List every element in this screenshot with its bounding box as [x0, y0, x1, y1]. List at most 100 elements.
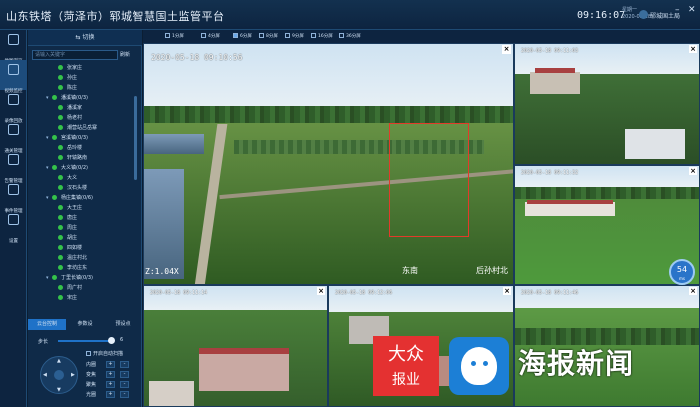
tree-camera[interactable]: 大王庄 [58, 204, 82, 213]
close-icon[interactable]: ✕ [688, 5, 696, 15]
nav-alarm[interactable]: 告警管理 [0, 150, 27, 184]
camera-location-icon [52, 134, 57, 140]
iris-label: 光圈 [86, 392, 97, 398]
tree-camera[interactable]: 温庄村北 [58, 254, 87, 263]
latency-unit: ms [679, 276, 685, 281]
tree-group[interactable]: ▾ 宫溪镇(0/3) [46, 134, 88, 143]
focus-minus-button[interactable]: - [120, 381, 129, 388]
tree-camera[interactable]: 李坊庄东 [58, 264, 87, 273]
video-timestamp: 2020-05-18 09:11:14 [150, 290, 208, 296]
video-tile-2[interactable]: 2020-05-18 09:11:03 × [514, 43, 700, 165]
layout-9-button[interactable]: 9分屏 [285, 32, 304, 41]
arrow-up-icon[interactable]: ▲ [57, 358, 61, 364]
tree-label: 周庄 [67, 225, 78, 231]
zoom-minus-button[interactable]: - [120, 371, 129, 378]
tree-camera[interactable]: 潘溪家 [58, 104, 82, 113]
close-icon[interactable]: × [503, 287, 511, 295]
tab-presets[interactable]: 预设点 [104, 319, 142, 330]
tree-group[interactable]: ▾ 大义镇(0/2) [46, 164, 88, 173]
video-frame [515, 187, 699, 200]
chevron-down-icon[interactable]: ▾ [46, 94, 52, 103]
close-icon[interactable]: × [689, 45, 697, 53]
tree-camera[interactable]: 孙庄 [58, 74, 77, 83]
layout-1-button[interactable]: 1分屏 [165, 32, 184, 41]
detection-box[interactable] [389, 123, 469, 237]
grid-icon [165, 33, 170, 38]
tree-camera[interactable]: 潮营站吕岳寨 [58, 124, 97, 133]
nav-settings[interactable]: 设置 [0, 210, 27, 244]
playback-icon [8, 94, 19, 105]
nav-map[interactable]: 地图浏览 [0, 30, 27, 64]
tree-camera[interactable]: 陈庄 [58, 84, 77, 93]
tree-camera[interactable]: 周广村 [58, 284, 82, 293]
layout-4-button[interactable]: 4分屏 [201, 32, 220, 41]
layout-16-button[interactable]: 16分屏 [311, 32, 333, 41]
layout-8-button[interactable]: 8分屏 [259, 32, 278, 41]
minimize-icon[interactable]: – [675, 5, 680, 15]
auto-scan-checkbox[interactable]: 开启自动扫描 [86, 350, 123, 357]
video-tile-4[interactable]: 2020-05-18 09:11:14 × [143, 285, 328, 407]
iris-plus-button[interactable]: + [106, 391, 115, 398]
video-timestamp: 2020-05-18 09:11:03 [521, 48, 579, 54]
switch-button[interactable]: ⇆ 切换 [28, 30, 142, 46]
arrow-down-icon[interactable]: ▼ [57, 387, 61, 393]
focus-plus-button[interactable]: + [106, 381, 115, 388]
tree-camera[interactable]: 轩辕路南 [58, 154, 87, 163]
chevron-down-icon[interactable]: ▾ [46, 134, 52, 143]
tree-camera[interactable]: 四如楼 [58, 244, 82, 253]
tab-ptz[interactable]: 云台控制 [28, 319, 66, 330]
camera-location-icon [58, 124, 63, 130]
camera-location-icon [58, 264, 63, 270]
search-input[interactable]: 请输入关键字 [32, 50, 118, 60]
nav-pass[interactable]: 通关管理 [0, 120, 27, 154]
tree-camera[interactable]: 宋庄 [58, 294, 77, 303]
layout-label: 9分屏 [292, 34, 304, 39]
tree-camera[interactable]: 岳玲楼 [58, 144, 82, 153]
iris-minus-button[interactable]: - [120, 391, 129, 398]
tree-label: 潘溪家 [67, 105, 83, 111]
refresh-button[interactable]: 刷新 [120, 50, 130, 60]
close-icon[interactable]: × [689, 287, 697, 295]
close-icon[interactable]: × [317, 287, 325, 295]
tree-camera[interactable]: 大义 [58, 174, 77, 183]
tab-params[interactable]: 参数设 [66, 319, 104, 330]
tree-camera[interactable]: 周庄 [58, 224, 77, 233]
layout-6-button[interactable]: 6分屏 [233, 32, 252, 41]
tree-group[interactable]: ▾ 潘溪镇(0/3) [46, 94, 88, 103]
ptz-center-button[interactable] [54, 370, 64, 380]
tree-group[interactable]: ▾ 丁里长镇(0/3) [46, 274, 93, 283]
chevron-down-icon[interactable]: ▾ [46, 194, 52, 203]
step-slider[interactable] [58, 340, 110, 342]
title-bar: 山东铁塔（菏泽市）郓城智慧国土监管平台 09:16:07 星期一 2020-05… [0, 0, 700, 30]
chevron-down-icon[interactable]: ▾ [46, 164, 52, 173]
close-icon[interactable]: × [689, 167, 697, 175]
tree-label: 四如楼 [67, 245, 83, 251]
nav-playback[interactable]: 录像回放 [0, 90, 27, 124]
nav-video[interactable]: 视频监控 [0, 60, 27, 94]
arrow-left-icon[interactable]: ◀ [43, 372, 47, 378]
video-frame [144, 169, 184, 279]
tree-camera[interactable]: 汉石头楼 [58, 184, 87, 193]
camera-location-icon [58, 244, 63, 250]
tree-camera[interactable]: 杨老村 [58, 114, 82, 123]
close-icon[interactable]: × [502, 45, 511, 54]
camera-location-icon [58, 74, 63, 80]
arrow-right-icon[interactable]: ▶ [71, 372, 75, 378]
nav-event[interactable]: 事件管理 [0, 180, 27, 214]
tree-camera[interactable]: 张家庄 [58, 64, 82, 73]
dome-plus-button[interactable]: + [106, 361, 115, 368]
tree-camera[interactable]: 胡庄 [58, 234, 77, 243]
chevron-down-icon[interactable]: ▾ [46, 274, 52, 283]
video-frame [525, 202, 615, 216]
tree-group[interactable]: ▾ 杨庄集镇(0/6) [46, 194, 93, 203]
tree-camera[interactable]: 唐庄 [58, 214, 77, 223]
ptz-joystick[interactable]: ▲ ▼ ◀ ▶ [40, 356, 78, 394]
layout-36-button[interactable]: 36分屏 [339, 32, 361, 41]
video-tile-main[interactable]: 2020-05-18 09:10:56 × Z:1.04X 东南 后孙村北 [143, 43, 514, 285]
dome-minus-button[interactable]: - [120, 361, 129, 368]
avatar[interactable] [639, 10, 648, 19]
zoom-plus-button[interactable]: + [106, 371, 115, 378]
tree-scrollbar[interactable] [134, 96, 137, 180]
step-slider-handle[interactable] [108, 337, 115, 344]
video-frame [199, 348, 289, 354]
